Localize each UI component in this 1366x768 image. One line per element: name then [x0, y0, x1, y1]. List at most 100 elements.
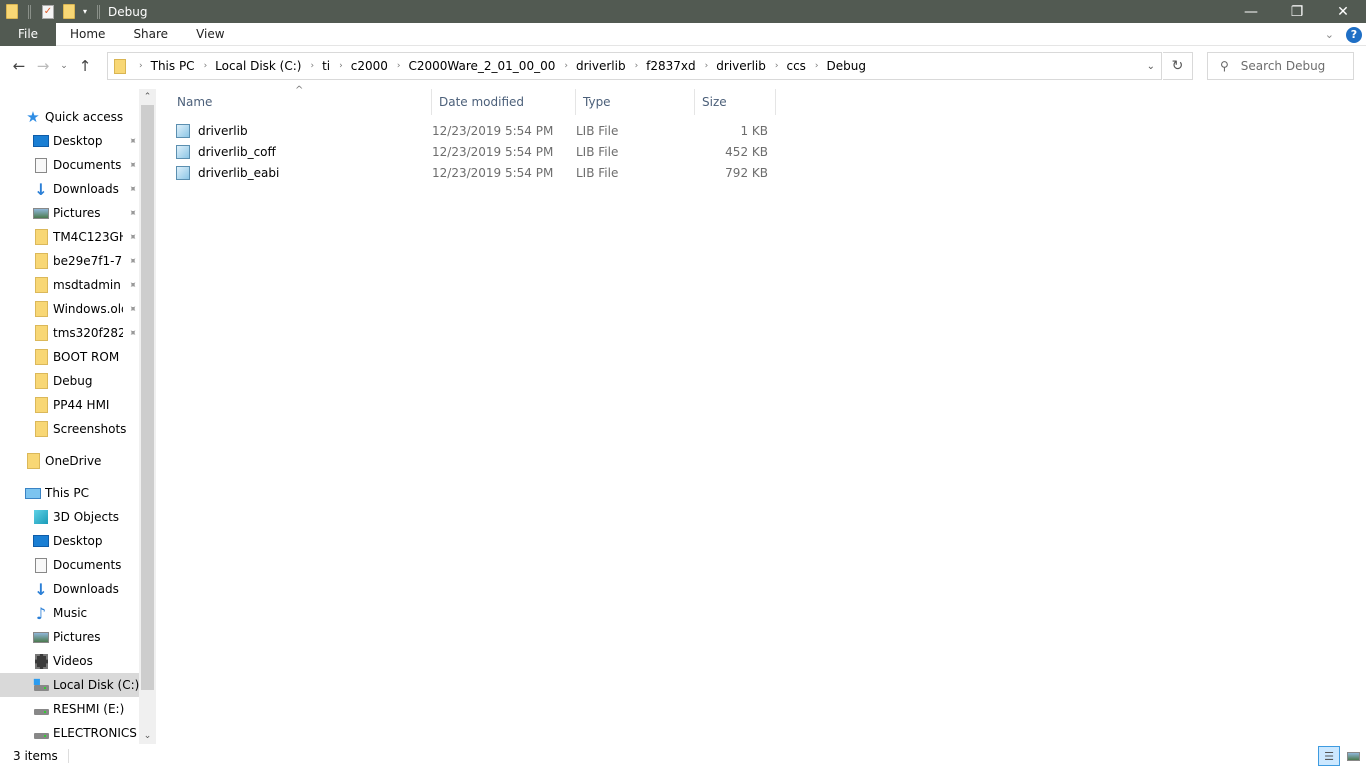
sidebar-item-downloads[interactable]: ↓ Downloads ✦	[0, 177, 139, 201]
sidebar-item-pp44-hmi[interactable]: PP44 HMI	[0, 393, 139, 417]
sidebar-scrollbar[interactable]: ⌃ ⌄	[139, 89, 156, 744]
pin-icon[interactable]: ✦	[125, 158, 139, 172]
chevron-right-icon[interactable]: ›	[775, 61, 779, 71]
new-folder-icon[interactable]	[63, 4, 75, 19]
chevron-right-icon[interactable]: ›	[339, 61, 343, 71]
sidebar-item-pictures[interactable]: Pictures ✦	[0, 201, 139, 225]
sidebar-item-onedrive[interactable]: OneDrive	[0, 449, 139, 473]
back-button[interactable]: ←	[7, 54, 31, 78]
file-row[interactable]: driverlib_coff 12/23/2019 5:54 PM LIB Fi…	[176, 141, 768, 162]
sidebar-item-tms320f28206[interactable]: tms320f28206 ✦	[0, 321, 139, 345]
chevron-right-icon[interactable]: ›	[815, 61, 819, 71]
recent-locations-button[interactable]: ⌄	[55, 54, 73, 78]
sidebar-item-screenshots[interactable]: Screenshots	[0, 417, 139, 441]
large-icons-view-button[interactable]	[1342, 746, 1364, 766]
column-header-date-modified[interactable]: Date modified	[432, 89, 576, 115]
help-icon[interactable]: ?	[1346, 26, 1362, 43]
pin-icon[interactable]: ✦	[125, 302, 139, 316]
breadcrumb-item[interactable]: ti	[322, 59, 330, 73]
breadcrumb-item[interactable]: C2000Ware_2_01_00_00	[408, 59, 555, 73]
sidebar-item-music[interactable]: ♪ Music	[0, 601, 139, 625]
chevron-right-icon[interactable]: ›	[564, 61, 568, 71]
properties-icon[interactable]: ✓	[42, 4, 54, 19]
chevron-right-icon[interactable]: ›	[139, 61, 143, 71]
breadcrumb-item[interactable]: ccs	[786, 59, 805, 73]
sidebar-item-boot-rom[interactable]: BOOT ROM	[0, 345, 139, 369]
quick-access-star-icon: ★	[26, 108, 40, 126]
expand-ribbon-icon[interactable]: ⌄	[1325, 28, 1334, 41]
refresh-button[interactable]: ↻	[1163, 52, 1193, 80]
breadcrumb-item[interactable]: f2837xd	[646, 59, 695, 73]
forward-button[interactable]: →	[31, 54, 55, 78]
sidebar-item-local-disk-c[interactable]: ■ Local Disk (C:)	[0, 673, 139, 697]
chevron-right-icon[interactable]: ›	[310, 61, 314, 71]
search-input[interactable]	[1240, 59, 1341, 73]
up-button[interactable]: ↑	[73, 54, 97, 78]
sidebar-item-desktop-pc[interactable]: Desktop	[0, 529, 139, 553]
sidebar-item-debug[interactable]: Debug	[0, 369, 139, 393]
tab-file[interactable]: File	[0, 22, 56, 46]
chevron-right-icon[interactable]: ›	[635, 61, 639, 71]
pin-icon[interactable]: ✦	[125, 254, 139, 268]
pin-icon[interactable]: ✦	[125, 278, 139, 292]
search-box[interactable]: ⚲	[1207, 52, 1354, 80]
file-type: LIB File	[576, 165, 619, 180]
file-row[interactable]: driverlib 12/23/2019 5:54 PM LIB File 1 …	[176, 120, 768, 141]
scroll-down-icon[interactable]: ⌄	[139, 728, 156, 744]
details-view-icon: ☰	[1324, 749, 1334, 763]
maximize-button[interactable]: ❐	[1274, 0, 1320, 23]
sidebar-item-reshmi-e[interactable]: RESHMI (E:)	[0, 697, 139, 721]
sidebar-item-videos[interactable]: Videos	[0, 649, 139, 673]
chevron-right-icon[interactable]: ›	[397, 61, 401, 71]
scrollbar-thumb[interactable]	[141, 105, 154, 690]
column-header-name[interactable]: Name ^	[170, 85, 432, 115]
sidebar-item-downloads-pc[interactable]: ↓ Downloads	[0, 577, 139, 601]
pin-icon[interactable]: ✦	[125, 326, 139, 340]
minimize-button[interactable]: —	[1228, 0, 1274, 23]
column-headers: Name ^ Date modified Type Size	[170, 85, 776, 115]
breadcrumb-item[interactable]: Local Disk (C:)	[215, 59, 301, 73]
close-button[interactable]: ✕	[1320, 0, 1366, 23]
address-dropdown-icon[interactable]: ⌄	[1147, 61, 1155, 72]
sidebar-item-this-pc[interactable]: This PC	[0, 481, 139, 505]
breadcrumb-item[interactable]: Debug	[827, 59, 866, 73]
tab-view[interactable]: View	[182, 23, 238, 46]
breadcrumb-item[interactable]: driverlib	[716, 59, 766, 73]
sidebar-item-be29e7f1[interactable]: be29e7f1-71a ✦	[0, 249, 139, 273]
breadcrumb-item[interactable]: This PC	[151, 59, 195, 73]
breadcrumb-item[interactable]: c2000	[351, 59, 388, 73]
item-count: 3 items	[0, 749, 69, 763]
drive-icon	[33, 701, 49, 717]
file-type: LIB File	[576, 123, 619, 138]
customize-dropdown-icon[interactable]: ▾	[83, 7, 87, 16]
sidebar-item-pictures-pc[interactable]: Pictures	[0, 625, 139, 649]
breadcrumb-item[interactable]: driverlib	[576, 59, 626, 73]
pin-icon[interactable]: ✦	[125, 206, 139, 220]
sidebar-item-tm4c123gh6[interactable]: TM4C123GH6 ✦	[0, 225, 139, 249]
sidebar-item-documents[interactable]: Documents ✦	[0, 153, 139, 177]
column-header-type[interactable]: Type	[576, 89, 695, 115]
chevron-right-icon[interactable]: ›	[204, 61, 208, 71]
folder-icon	[33, 253, 49, 269]
column-header-size[interactable]: Size	[695, 89, 776, 115]
tab-home[interactable]: Home	[56, 23, 119, 46]
file-name: driverlib	[198, 123, 248, 138]
status-bar: 3 items ☰	[0, 744, 1366, 768]
file-row[interactable]: driverlib_eabi 12/23/2019 5:54 PM LIB Fi…	[176, 162, 768, 183]
pin-icon[interactable]: ✦	[125, 230, 139, 244]
tab-share[interactable]: Share	[119, 23, 182, 46]
chevron-right-icon[interactable]: ›	[705, 61, 709, 71]
sidebar-item-desktop[interactable]: Desktop ✦	[0, 129, 139, 153]
pin-icon[interactable]: ✦	[125, 134, 139, 148]
file-date: 12/23/2019 5:54 PM	[432, 144, 554, 159]
sidebar-item-3d-objects[interactable]: 3D Objects	[0, 505, 139, 529]
sidebar-item-msdtadmin[interactable]: msdtadmin ✦	[0, 273, 139, 297]
sidebar-item-quick-access[interactable]: ★ Quick access	[0, 105, 139, 129]
pin-icon[interactable]: ✦	[125, 182, 139, 196]
sidebar-item-documents-pc[interactable]: Documents	[0, 553, 139, 577]
scroll-up-icon[interactable]: ⌃	[139, 89, 156, 105]
details-view-button[interactable]: ☰	[1318, 746, 1340, 766]
address-bar[interactable]: › This PC › Local Disk (C:) › ti › c2000…	[107, 52, 1162, 80]
sidebar-item-windows-old[interactable]: Windows.old ✦	[0, 297, 139, 321]
sidebar-item-electronics-f[interactable]: ELECTRONICS (F:)	[0, 721, 139, 744]
